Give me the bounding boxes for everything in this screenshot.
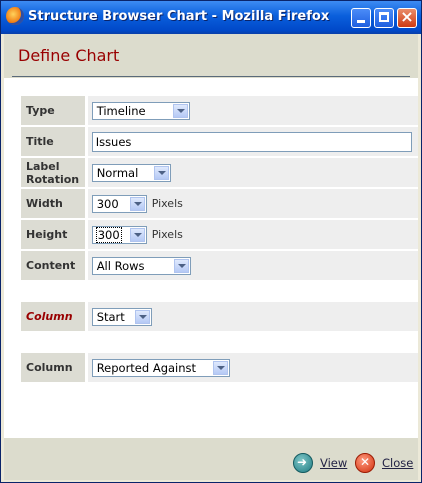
label-rotation-row: Label Rotation Normal: [21, 158, 418, 187]
view-button[interactable]: View: [293, 452, 349, 476]
title-row: Title Issues: [21, 127, 418, 156]
header-divider: [12, 76, 410, 77]
chevron-down-icon: [172, 103, 188, 118]
view-link[interactable]: View: [320, 456, 347, 470]
page-header: Define Chart: [4, 34, 418, 78]
close-link[interactable]: Close: [382, 456, 413, 470]
height-select[interactable]: 300: [91, 225, 147, 244]
chevron-down-icon: [173, 258, 189, 273]
page-title: Define Chart: [18, 46, 120, 65]
content-label: Content: [21, 251, 86, 280]
column-row: Column Reported Against: [21, 353, 418, 382]
close-icon: [355, 453, 375, 473]
window-title: Structure Browser Chart - Mozilla Firefo…: [28, 9, 330, 24]
chevron-down-icon: [212, 360, 228, 375]
content-select[interactable]: All Rows: [91, 256, 191, 275]
width-unit: Pixels: [151, 197, 183, 210]
chart-form: Type Timeline Title Issues Label Rotatio…: [21, 94, 418, 384]
minimize-icon: [357, 20, 365, 23]
height-row: Height 300 Pixels: [21, 220, 418, 249]
column-select[interactable]: Reported Against: [91, 358, 230, 377]
page-content: Define Chart Type Timeline Title Issues: [4, 34, 418, 480]
label-rotation-label: Label Rotation: [21, 158, 86, 187]
browser-window: Structure Browser Chart - Mozilla Firefo…: [0, 0, 422, 483]
type-select[interactable]: Timeline: [91, 101, 190, 120]
title-label: Title: [21, 127, 86, 156]
column-start-label: Column: [21, 302, 86, 331]
width-select[interactable]: 300: [91, 194, 147, 213]
close-button[interactable]: Close: [355, 452, 417, 476]
chevron-down-icon: [129, 196, 145, 211]
arrow-right-icon: [293, 453, 313, 473]
content-row: Content All Rows: [21, 251, 418, 280]
minimize-button[interactable]: [351, 8, 371, 28]
width-label: Width: [21, 189, 86, 218]
type-label: Type: [21, 96, 86, 125]
page-footer: View Close: [4, 438, 418, 480]
chevron-down-icon: [129, 227, 145, 242]
label-rotation-select[interactable]: Normal: [91, 163, 171, 182]
maximize-icon: [379, 12, 389, 22]
column-start-select[interactable]: Start: [91, 307, 152, 326]
height-unit: Pixels: [151, 228, 183, 241]
height-label: Height: [21, 220, 86, 249]
maximize-button[interactable]: [374, 8, 394, 28]
title-bar[interactable]: Structure Browser Chart - Mozilla Firefo…: [1, 1, 421, 34]
chevron-down-icon: [153, 165, 169, 180]
width-row: Width 300 Pixels: [21, 189, 418, 218]
column-label: Column: [21, 353, 86, 382]
close-icon: ×: [400, 7, 414, 26]
type-row: Type Timeline: [21, 96, 418, 125]
firefox-icon: [6, 7, 24, 25]
chevron-down-icon: [134, 309, 150, 324]
title-input[interactable]: Issues: [91, 131, 412, 152]
close-window-button[interactable]: ×: [397, 7, 417, 28]
column-start-row: Column Start: [21, 302, 418, 331]
